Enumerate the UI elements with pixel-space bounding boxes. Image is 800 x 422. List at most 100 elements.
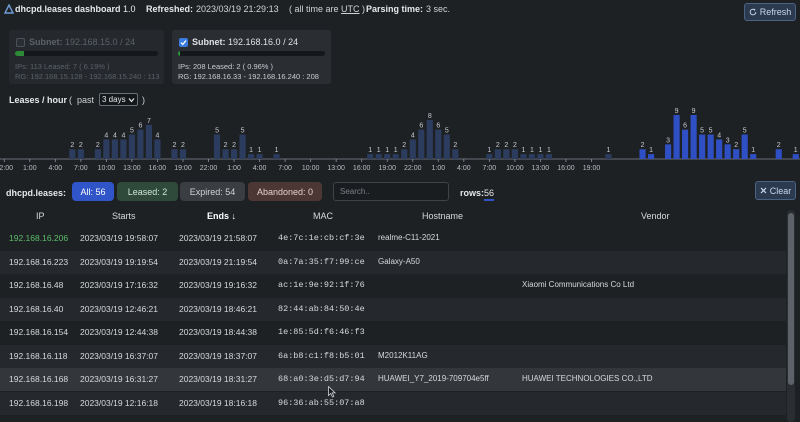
column-header-ip[interactable]: IP <box>36 211 45 221</box>
chart-bar <box>520 154 527 159</box>
close-icon <box>760 187 767 194</box>
column-header-hostname[interactable]: Hostname <box>422 211 463 221</box>
cell-hostname: M2012K11AG <box>378 350 428 360</box>
filter-leased-button[interactable]: Leased: 2 <box>117 182 178 201</box>
search-input[interactable] <box>333 182 449 201</box>
cell-ends: 2023/03/19 21:19:54 <box>179 256 257 267</box>
chart-data-label: 5 <box>445 128 449 135</box>
chart-bar <box>401 149 408 159</box>
chart-bar <box>665 144 672 159</box>
table-row[interactable]: 192.168.16.206 2023/03/19 19:58:07 2023/03… <box>0 227 786 250</box>
chart-bar <box>69 149 76 159</box>
histogram-title: Leases / hour <box>9 95 68 105</box>
chart-tick-label: 19:00 <box>378 165 396 172</box>
filter-all-button[interactable]: All: 56 <box>72 182 114 201</box>
table-row[interactable]: 192.168.16.48 2023/03/19 17:16:32 2023/03/… <box>0 274 786 297</box>
chart-tick-label: 7:00 <box>74 165 88 172</box>
chart-data-label: 4 <box>104 132 108 139</box>
chart-bar <box>222 149 229 159</box>
chart-tick-label: 13:00 <box>123 165 141 172</box>
chart-bar <box>690 115 697 159</box>
subnet-checkbox[interactable] <box>16 38 25 47</box>
chart-data-label: 7 <box>147 118 151 125</box>
chart-data-label: 6 <box>419 123 423 130</box>
column-header-vendor[interactable]: Vendor <box>641 211 670 221</box>
table-row[interactable]: 192.168.16.40 2023/03/19 12:46:21 2023/03/… <box>0 297 786 321</box>
column-header-starts[interactable]: Starts <box>112 211 136 221</box>
chart-data-label: 5 <box>709 128 713 135</box>
table-row[interactable]: 192.168.16.118 2023/03/19 16:37:07 2023/03… <box>0 344 786 368</box>
leases-per-hour-chart: 2 2 24 4 456742 252 251 1 1 1 1 1 1246865212 2 21 1 1 1 12… <box>0 108 800 172</box>
chart-data-label: 3 <box>666 137 670 144</box>
histogram-paren-open: ( <box>69 95 72 105</box>
cell-vendor: Xiaomi Communications Co Ltd <box>522 280 635 289</box>
chart-data-label: 1 <box>394 147 398 154</box>
cell-ip: 192.168.16.118 <box>9 350 68 361</box>
chart-data-label: 2 <box>402 142 406 149</box>
cell-mac: 96:36:ab:55:07:a8 <box>278 397 365 408</box>
chart-data-label: 2 <box>777 142 781 149</box>
column-header-mac[interactable]: MAC <box>313 211 333 221</box>
chart-data-label: 1 <box>530 147 534 154</box>
cell-starts: 2023/03/19 19:58:07 <box>80 233 158 243</box>
chart-data-label: 6 <box>436 123 440 130</box>
refreshed-value: 2023/03/19 21:29:13 <box>196 4 279 14</box>
chart-tick-label: 16:00 <box>149 165 167 172</box>
chart-data-label: 4 <box>113 132 117 139</box>
chart-tick-label: 4:00 <box>253 165 267 172</box>
table-row[interactable]: 192.168.16.223 2023/03/19 19:19:54 2023/03… <box>0 250 786 274</box>
table-row[interactable]: 192.168.16.154 2023/03/19 12:44:38 2023/03… <box>0 321 786 344</box>
chart-data-label: 2 <box>70 142 74 149</box>
subnet-checkbox[interactable] <box>179 38 188 47</box>
chart-data-label: 6 <box>683 123 687 130</box>
app-name: dhcpd.leases dashboard <box>15 4 121 14</box>
chart-tick-label: 10:00 <box>302 165 320 172</box>
timezone-link[interactable]: UTC <box>341 4 360 14</box>
subnet-card: Subnet: 192.168.16.0 / 24 IPs: 208 Lease… <box>172 30 331 84</box>
chart-data-label: 2 <box>96 142 100 149</box>
cell-ends: 2023/03/19 18:16:18 <box>179 397 257 408</box>
chart-bar <box>443 134 450 159</box>
cell-mac: 1e:85:5d:f6:46:f3 <box>278 327 365 337</box>
subnet-stats: IPs: 113 Leased: 7 ( 6.19% ) <box>15 62 110 71</box>
clear-label: Clear <box>769 185 792 196</box>
column-header-ends[interactable]: Ends ↓ <box>207 211 236 221</box>
chart-bar <box>707 134 714 159</box>
time-range-select[interactable]: 3 days <box>99 93 138 106</box>
chart-bar <box>409 139 416 159</box>
header-bar: dhcpd.leases dashboard 1.0 Refreshed: 20… <box>0 0 800 22</box>
chart-data-label: 4 <box>121 132 125 139</box>
scrollbar-thumb[interactable] <box>788 213 794 385</box>
chart-data-label: 1 <box>249 147 253 154</box>
cell-vendor: HUAWEI TECHNOLOGIES CO.,LTD <box>522 374 653 383</box>
table-row[interactable]: 192.168.16.198 2023/03/19 12:16:18 2023/03… <box>0 391 786 415</box>
chart-bar <box>733 149 740 159</box>
cell-ip: 192.168.16.154 <box>9 327 69 337</box>
chart-bar <box>213 134 221 159</box>
chart-data-label: 3 <box>726 137 730 144</box>
filter-expired-button[interactable]: Expired: 54 <box>180 182 245 201</box>
chart-bar <box>741 134 748 159</box>
chart-bar <box>256 154 263 159</box>
cell-ends: 2023/03/19 21:58:07 <box>179 233 257 243</box>
filter-abandoned-button[interactable]: Abandoned: 0 <box>248 182 322 201</box>
cell-ends: 2023/03/19 18:31:27 <box>179 374 257 384</box>
chart-tick-label: 7:00 <box>278 165 292 172</box>
refresh-button[interactable]: Refresh <box>744 3 796 21</box>
subnet-usage-bar <box>178 51 325 56</box>
parsing-time-label: Parsing time: <box>366 4 424 14</box>
chart-bar <box>486 154 493 159</box>
cell-ends: 2023/03/19 18:46:21 <box>179 303 257 314</box>
chart-bar <box>418 129 425 159</box>
chart-tick-label: 10:00 <box>98 165 116 172</box>
chart-data-label: 1 <box>377 147 381 154</box>
table-row[interactable]: 192.168.16.168 2023/03/19 16:31:27 2023/03… <box>0 368 786 391</box>
chart-bar <box>699 134 706 159</box>
clear-button[interactable]: Clear <box>755 181 796 200</box>
subnet-title: Subnet: 192.168.15.0 / 24 <box>29 37 136 47</box>
chart-bar <box>248 154 255 159</box>
chart-bar <box>528 154 535 159</box>
cell-ends: 2023/03/19 18:44:38 <box>179 327 257 337</box>
chart-data-label: 1 <box>794 147 798 154</box>
cell-mac: 6a:b8:c1:f8:b5:01 <box>278 350 365 361</box>
